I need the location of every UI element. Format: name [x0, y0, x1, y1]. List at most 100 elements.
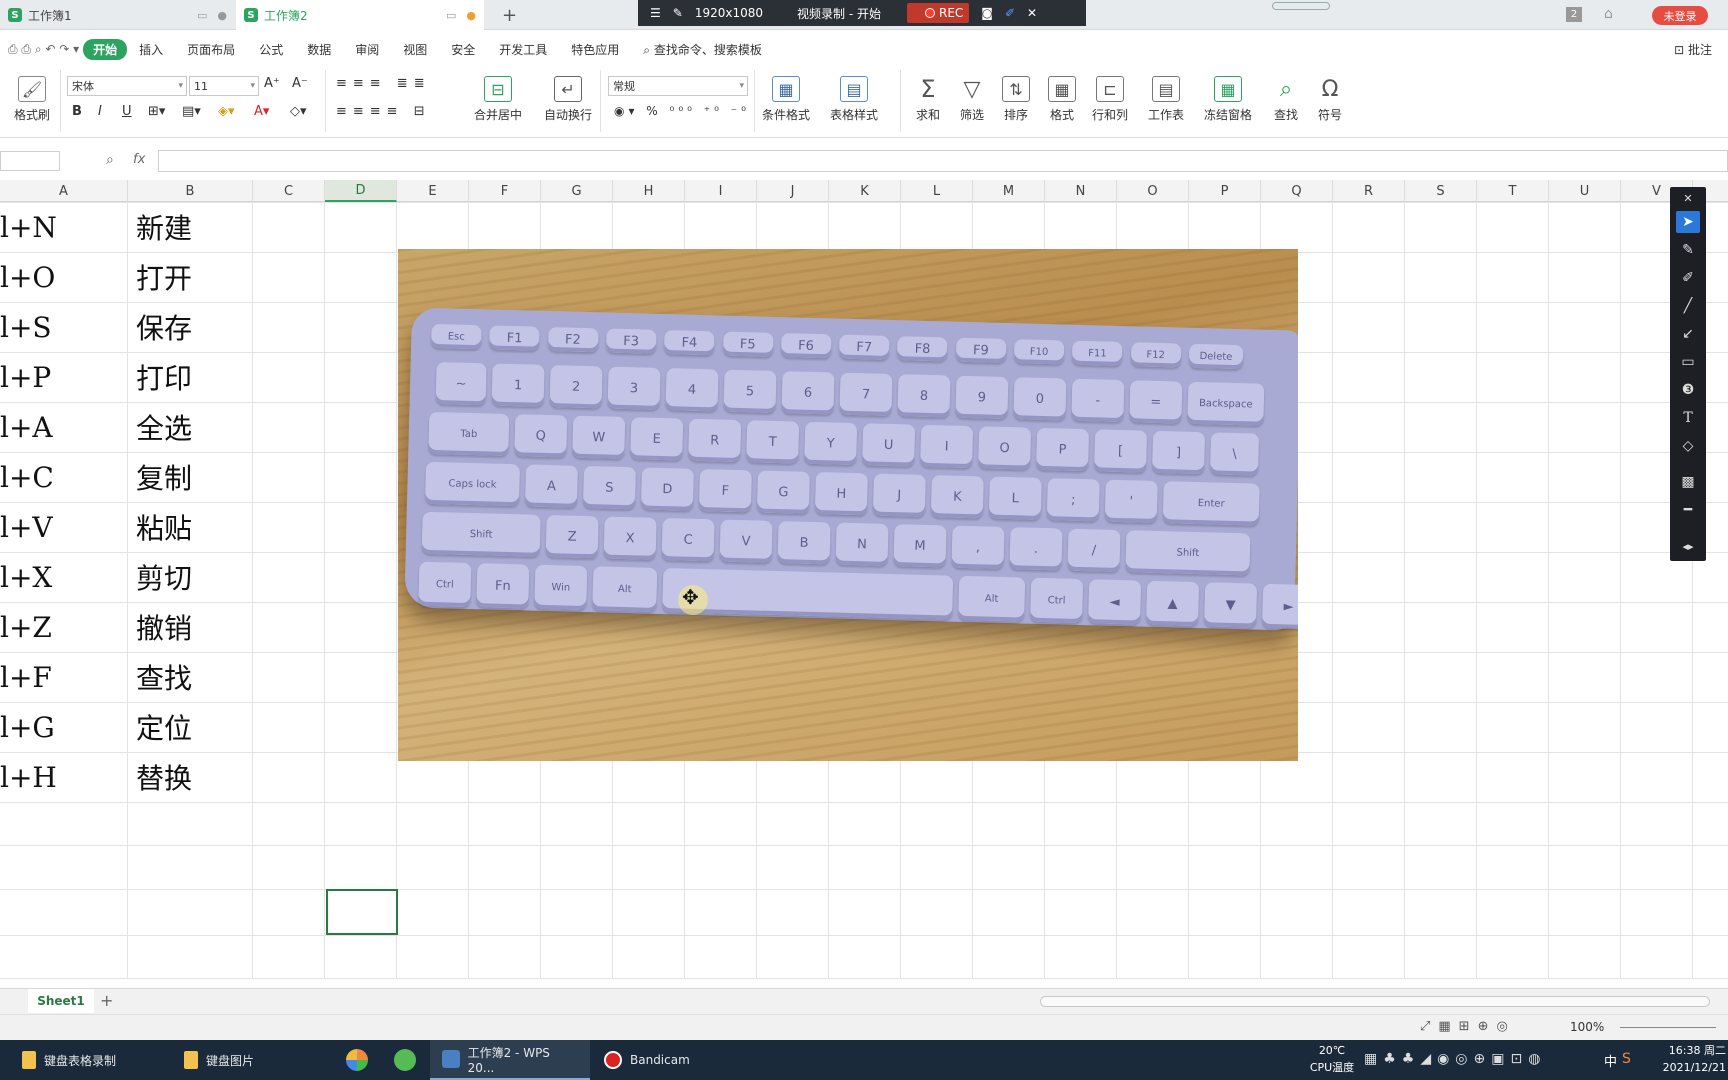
menu-security[interactable]: 安全 — [439, 41, 487, 58]
worksheet-button[interactable]: ▤ 工作表 — [1148, 76, 1184, 123]
filter-button[interactable]: ▽ 筛选 — [958, 76, 986, 123]
menu-formulas[interactable]: 公式 — [247, 41, 295, 58]
menu-page-layout[interactable]: 页面布局 — [175, 41, 247, 58]
cell-shortcut[interactable]: l+N — [0, 202, 126, 252]
cell-shortcut[interactable]: l+P — [0, 352, 126, 402]
fill-color-icon[interactable]: ◈▾ — [218, 104, 235, 119]
pen-icon[interactable]: ✎ — [1676, 239, 1700, 261]
table-style-button[interactable]: ▤ 表格样式 — [830, 76, 878, 123]
formula-input[interactable] — [158, 150, 1728, 172]
horizontal-scrollbar[interactable] — [1040, 996, 1710, 1007]
sogou-icon[interactable]: S — [1622, 1051, 1631, 1067]
rectangle-icon[interactable]: ▭ — [1676, 351, 1700, 373]
border-icon[interactable]: ⊞▾ — [148, 104, 165, 119]
line-icon[interactable]: ╱ — [1676, 295, 1700, 317]
close-dot-icon[interactable]: ● — [217, 9, 227, 22]
cell-shortcut[interactable]: l+G — [0, 702, 126, 752]
format-button[interactable]: ▦ 格式 — [1048, 76, 1076, 123]
column-header-u[interactable]: U — [1549, 180, 1621, 202]
cell-action[interactable]: 粘贴 — [136, 502, 246, 552]
cell-action[interactable]: 替换 — [136, 752, 246, 802]
cell-action[interactable]: 撤销 — [136, 602, 246, 652]
column-header-d[interactable]: D — [325, 180, 397, 202]
selected-cell[interactable] — [326, 889, 398, 935]
pen-icon[interactable]: ✐ — [1005, 6, 1015, 20]
close-icon[interactable]: ✕ — [1676, 187, 1700, 209]
cell-action[interactable]: 查找 — [136, 652, 246, 702]
cell-shortcut[interactable]: l+F — [0, 652, 126, 702]
column-header-s[interactable]: S — [1405, 180, 1477, 202]
text-icon[interactable]: T — [1676, 407, 1700, 429]
cell-shortcut[interactable]: l+Z — [0, 602, 126, 652]
highlighter-icon[interactable]: ✐ — [1676, 267, 1700, 289]
column-header-m[interactable]: M — [973, 180, 1045, 202]
eraser-icon[interactable]: ◇▾ — [290, 104, 307, 119]
column-header-e[interactable]: E — [397, 180, 469, 202]
camera-icon[interactable]: ◙ — [981, 6, 993, 20]
rec-button[interactable]: REC — [906, 3, 970, 23]
column-header-c[interactable]: C — [253, 180, 325, 202]
workbook-tab-1[interactable]: S 工作簿1 ▭ ● — [0, 0, 235, 30]
cell-shortcut[interactable]: l+X — [0, 552, 126, 602]
keyboard-image[interactable]: Esc F1 F2 F3 F4 F5 F6 F7 F8 F9 F10 F11 F12 Delete ~1 2 3… — [398, 249, 1298, 761]
column-header-i[interactable]: I — [685, 180, 757, 202]
close-icon[interactable]: ✕ — [1027, 6, 1037, 20]
format-painter-button[interactable]: 🖌 格式刷 — [14, 76, 50, 123]
monitor-icon[interactable]: ▭ — [446, 9, 456, 22]
cell-shortcut[interactable]: l+C — [0, 452, 126, 502]
sheet-tab-sheet1[interactable]: Sheet1 — [28, 989, 94, 1013]
font-color-icon[interactable]: A▾ — [254, 104, 269, 119]
conditional-format-button[interactable]: ▦ 条件格式 — [762, 76, 810, 123]
view-mode-icons[interactable]: ⤢▦⊞⊕◎ — [1420, 1019, 1516, 1034]
checker-icon[interactable]: ▩ — [1676, 471, 1700, 493]
cell-action[interactable]: 新建 — [136, 202, 246, 252]
command-search[interactable]: ⌕ 查找命令、搜索模板 — [631, 41, 774, 58]
cell-shortcut[interactable]: l+O — [0, 252, 126, 302]
zoom-formula-icon[interactable]: ⌕ — [106, 152, 114, 168]
column-header-a[interactable]: A — [0, 180, 128, 202]
pin-icon[interactable]: ✎ — [673, 6, 683, 20]
number-format-select[interactable]: 常规 — [608, 76, 748, 96]
add-sheet-button[interactable]: + — [100, 991, 113, 1010]
cell-action[interactable]: 打印 — [136, 352, 246, 402]
freeze-panes-button[interactable]: ▦ 冻结窗格 — [1204, 76, 1252, 123]
app-green-icon[interactable] — [382, 1040, 428, 1080]
column-header-k[interactable]: K — [829, 180, 901, 202]
column-header-g[interactable]: G — [541, 180, 613, 202]
menu-view[interactable]: 视图 — [391, 41, 439, 58]
vertical-align-group[interactable]: ≡≡≡ ≣≣ — [336, 76, 431, 91]
eraser-icon[interactable]: ◇ — [1676, 435, 1700, 457]
cell-action[interactable]: 保存 — [136, 302, 246, 352]
taskbar-item-bandicam[interactable]: Bandicam — [592, 1040, 744, 1080]
shrink-font-icon[interactable]: A⁻ — [292, 76, 308, 91]
column-header-j[interactable]: J — [757, 180, 829, 202]
column-header-f[interactable]: F — [469, 180, 541, 202]
sort-button[interactable]: ⇅ 排序 — [1002, 76, 1030, 123]
menu-data[interactable]: 数据 — [295, 41, 343, 58]
taskbar-item-folder-2[interactable]: 键盘图片 — [172, 1040, 324, 1080]
cell-shortcut[interactable]: l+A — [0, 402, 126, 452]
name-box[interactable] — [0, 151, 60, 171]
line-width-icon[interactable]: ━ — [1676, 499, 1700, 521]
clock[interactable]: 16:38 周二 2021/12/21 — [1650, 1042, 1726, 1076]
zoom-level[interactable]: 100% — [1570, 1020, 1604, 1034]
quick-access-toolbar[interactable]: ⎙ ⎙ ⌕ ↶ ↷ ▾ — [0, 42, 83, 57]
pointer-icon[interactable]: ➤ — [1676, 211, 1700, 233]
wrap-text-button[interactable]: ↵ 自动换行 — [544, 76, 592, 123]
number-format-icons[interactable]: ◉▾ % ⁰⁰⁰ ⁺⁰ ⁻⁰ — [614, 104, 750, 118]
merge-center-button[interactable]: ⊟ 合并居中 — [474, 76, 522, 123]
page-count-badge[interactable]: 2 — [1566, 7, 1582, 22]
column-header-r[interactable]: R — [1333, 180, 1405, 202]
row-col-button[interactable]: ⊏ 行和列 — [1092, 76, 1128, 123]
menu-home[interactable]: 开始 — [83, 38, 128, 60]
column-header-q[interactable]: Q — [1261, 180, 1333, 202]
column-header-l[interactable]: L — [901, 180, 973, 202]
new-tab-button[interactable]: + — [494, 0, 525, 30]
menu-developer[interactable]: 开发工具 — [487, 41, 559, 58]
cell-action[interactable]: 打开 — [136, 252, 246, 302]
find-button[interactable]: ⌕ 查找 — [1272, 76, 1300, 123]
arrow-icon[interactable]: ↙ — [1676, 323, 1700, 345]
cell-shortcut[interactable]: l+S — [0, 302, 126, 352]
cell-action[interactable]: 复制 — [136, 452, 246, 502]
font-size-select[interactable]: 11 — [189, 76, 259, 96]
